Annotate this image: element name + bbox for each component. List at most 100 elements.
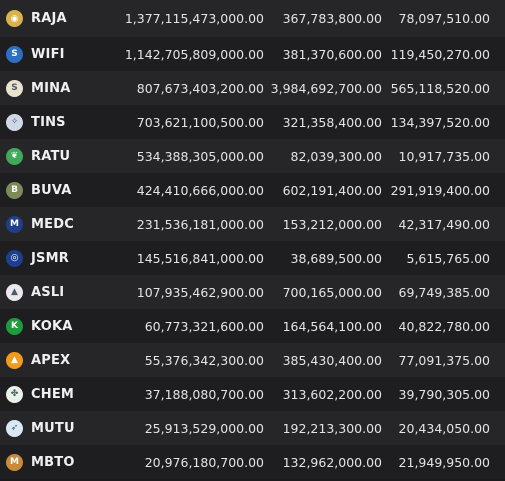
table-row[interactable]: ◎ JSMR 145,516,841,000.00 38,689,500.00 5,61… — [0, 241, 505, 275]
ticker-symbol[interactable]: MINA — [31, 81, 71, 96]
mina-logo-icon: S — [6, 79, 23, 97]
value-column-3: 69,749,385.00 — [398, 284, 490, 300]
table-row[interactable]: ✤ CHEM 37,188,080,700.00 313,602,200.00 39,7… — [0, 377, 505, 411]
table-row[interactable]: S MINA 807,673,403,200.00 3,984,692,700.00 5… — [0, 71, 505, 105]
ticker-cell[interactable]: M MBTO — [6, 453, 75, 471]
apex-logo-icon: ▲ — [6, 351, 23, 369]
value-column-3: 42,317,490.00 — [398, 216, 490, 232]
ticker-symbol[interactable]: MBTO — [31, 455, 75, 470]
ticker-symbol[interactable]: MEDC — [31, 217, 74, 232]
ticker-cell[interactable]: ◎ JSMR — [6, 249, 69, 267]
table-row[interactable]: ❦ RATU 534,388,305,000.00 82,039,300.00 10,9… — [0, 139, 505, 173]
koka-logo-icon: K — [6, 317, 23, 335]
ticker-cell[interactable]: ✧ TINS — [6, 113, 66, 131]
value-column-2: 192,213,300.00 — [282, 420, 382, 436]
ticker-symbol[interactable]: TINS — [31, 115, 66, 130]
table-row[interactable]: ✧ TINS 703,621,100,500.00 321,358,400.00 134… — [0, 105, 505, 139]
value-column-1: 37,188,080,700.00 — [144, 386, 264, 402]
jsmr-logo-icon: ◎ — [6, 249, 23, 267]
ticker-cell[interactable]: S WIFI — [6, 45, 65, 63]
value-column-3: 10,917,735.00 — [398, 148, 490, 164]
value-column-3: 291,919,400.00 — [390, 182, 490, 198]
mutu-logo-icon-glyph: ➶ — [10, 423, 19, 433]
value-column-3: 20,434,050.00 — [398, 420, 490, 436]
ticker-symbol[interactable]: RAJA — [31, 11, 67, 26]
raja-logo-icon-glyph: ◉ — [10, 13, 19, 24]
value-column-1: 25,913,529,000.00 — [144, 420, 264, 436]
value-column-2: 367,783,800.00 — [282, 11, 382, 26]
value-column-2: 3,984,692,700.00 — [270, 80, 382, 96]
value-column-1: 807,673,403,200.00 — [136, 80, 264, 96]
value-column-3: 5,615,765.00 — [406, 250, 491, 266]
mbto-logo-icon-glyph: M — [10, 457, 19, 467]
value-column-1: 107,935,462,900.00 — [136, 284, 264, 300]
koka-logo-icon-glyph: K — [11, 321, 18, 331]
buva-logo-icon: B — [6, 181, 23, 199]
mutu-logo-icon: ➶ — [6, 419, 23, 437]
medc-logo-icon-glyph: M — [10, 219, 19, 229]
ticker-cell[interactable]: ◉ RAJA — [6, 10, 67, 27]
value-column-2: 82,039,300.00 — [290, 148, 382, 164]
value-column-3: 119,450,270.00 — [390, 46, 490, 62]
ticker-cell[interactable]: ➶ MUTU — [6, 419, 75, 437]
value-column-2: 164,564,100.00 — [282, 318, 382, 334]
table-row[interactable]: K KOKA 60,773,321,600.00 164,564,100.00 40,8… — [0, 309, 505, 343]
table-row[interactable]: ◉ RAJA 1,377,115,473,000.00 367,783,800.00 7… — [0, 0, 505, 37]
value-column-2: 321,358,400.00 — [282, 114, 382, 130]
ticker-cell[interactable]: S MINA — [6, 79, 71, 97]
ticker-symbol[interactable]: RATU — [31, 149, 70, 164]
mina-logo-icon-glyph: S — [11, 83, 18, 93]
ratu-logo-icon-glyph: ❦ — [10, 151, 19, 161]
ratu-logo-icon: ❦ — [6, 147, 23, 165]
ticker-symbol[interactable]: WIFI — [31, 47, 65, 62]
wifi-logo-icon-glyph: S — [11, 49, 18, 59]
raja-logo-icon: ◉ — [6, 10, 23, 27]
ticker-symbol[interactable]: MUTU — [31, 421, 75, 436]
mbto-logo-icon: M — [6, 453, 23, 471]
value-column-3: 78,097,510.00 — [398, 11, 490, 26]
value-column-3: 134,397,520.00 — [390, 114, 490, 130]
value-column-1: 20,976,180,700.00 — [144, 454, 264, 470]
asli-logo-icon-glyph: ▲ — [11, 287, 18, 297]
ticker-symbol[interactable]: JSMR — [31, 251, 69, 266]
tins-logo-icon: ✧ — [6, 113, 23, 131]
table-row[interactable]: S WIFI 1,142,705,809,000.00 381,370,600.00 1… — [0, 37, 505, 71]
value-column-3: 40,822,780.00 — [398, 318, 490, 334]
chem-logo-icon-glyph: ✤ — [10, 389, 19, 399]
value-column-2: 38,689,500.00 — [290, 250, 382, 266]
table-row[interactable]: B BUVA 424,410,666,000.00 602,191,400.00 291… — [0, 173, 505, 207]
value-column-1: 424,410,666,000.00 — [136, 182, 264, 198]
buva-logo-icon-glyph: B — [11, 185, 18, 195]
value-column-1: 534,388,305,000.00 — [136, 148, 264, 164]
value-column-1: 703,621,100,500.00 — [136, 114, 264, 130]
ticker-cell[interactable]: ✤ CHEM — [6, 385, 74, 403]
ticker-symbol[interactable]: BUVA — [31, 183, 72, 198]
table-row[interactable]: M MBTO 20,976,180,700.00 132,962,000.00 21,9… — [0, 445, 505, 479]
ticker-cell[interactable]: ▲ ASLI — [6, 283, 64, 301]
ticker-cell[interactable]: M MEDC — [6, 215, 74, 233]
ticker-cell[interactable]: ❦ RATU — [6, 147, 70, 165]
ticker-cell[interactable]: K KOKA — [6, 317, 72, 335]
chem-logo-icon: ✤ — [6, 385, 23, 403]
ticker-cell[interactable]: B BUVA — [6, 181, 72, 199]
ticker-symbol[interactable]: CHEM — [31, 387, 74, 402]
value-column-2: 700,165,000.00 — [282, 284, 382, 300]
value-column-2: 313,602,200.00 — [282, 386, 382, 402]
value-column-2: 381,370,600.00 — [282, 46, 382, 62]
value-column-3: 39,790,305.00 — [398, 386, 490, 402]
value-column-3: 21,949,950.00 — [398, 454, 490, 470]
value-column-1: 60,773,321,600.00 — [144, 318, 264, 334]
ticker-symbol[interactable]: ASLI — [31, 285, 64, 300]
apex-logo-icon-glyph: ▲ — [11, 355, 18, 365]
table-row[interactable]: M MEDC 231,536,181,000.00 153,212,000.00 42,… — [0, 207, 505, 241]
medc-logo-icon: M — [6, 215, 23, 233]
ticker-symbol[interactable]: APEX — [31, 353, 70, 368]
tins-logo-icon-glyph: ✧ — [10, 117, 19, 127]
table-row[interactable]: ▲ APEX 55,376,342,300.00 385,430,400.00 77,0… — [0, 343, 505, 377]
value-column-1: 1,142,705,809,000.00 — [124, 46, 264, 62]
value-column-1: 55,376,342,300.00 — [144, 352, 264, 368]
table-row[interactable]: ➶ MUTU 25,913,529,000.00 192,213,300.00 20,4… — [0, 411, 505, 445]
table-row[interactable]: ▲ ASLI 107,935,462,900.00 700,165,000.00 69,… — [0, 275, 505, 309]
ticker-cell[interactable]: ▲ APEX — [6, 351, 70, 369]
ticker-symbol[interactable]: KOKA — [31, 319, 72, 334]
